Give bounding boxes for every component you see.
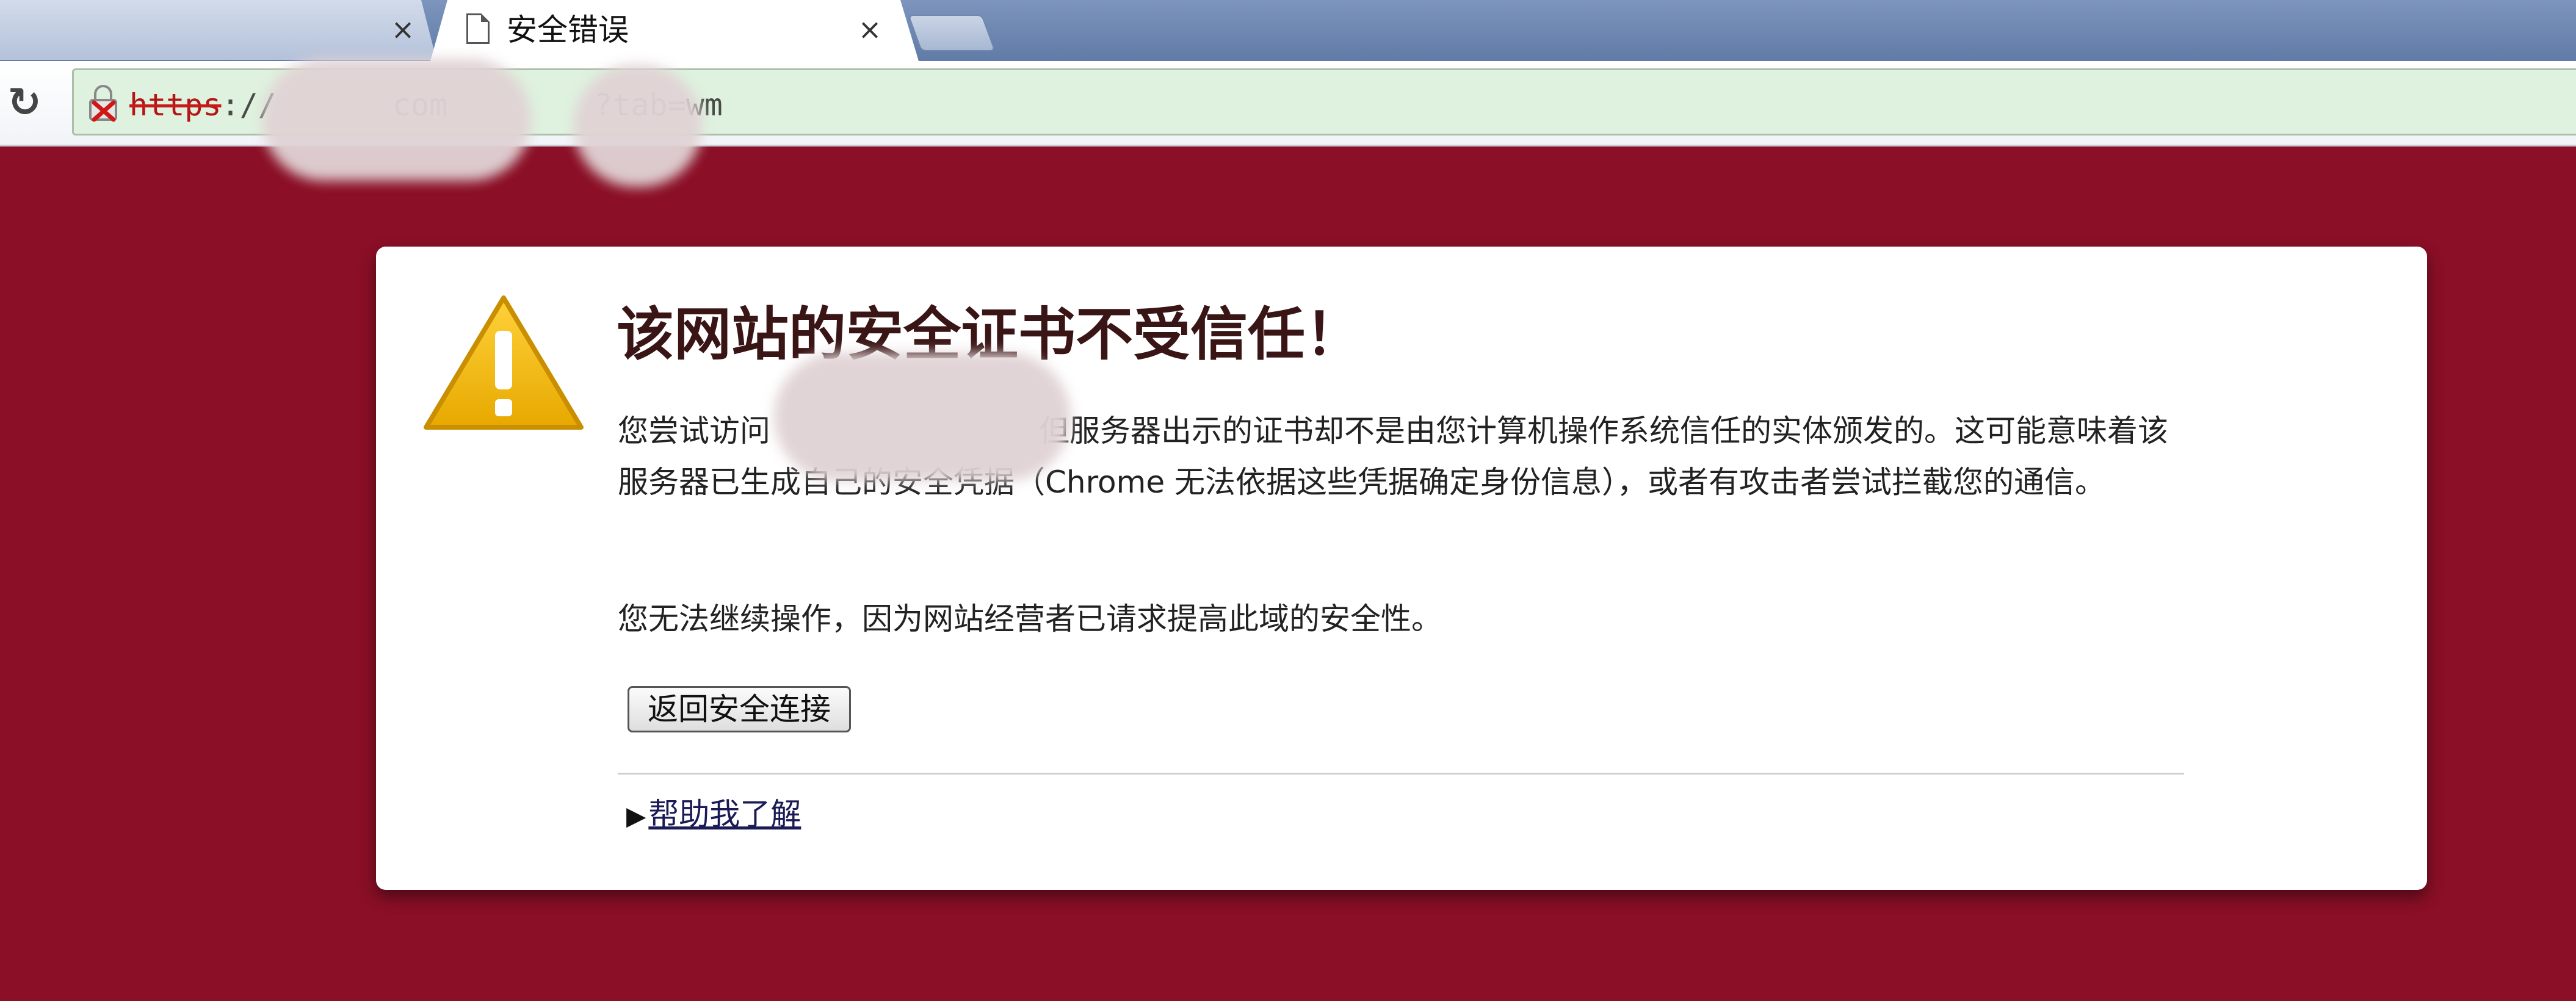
tab-background[interactable] xyxy=(0,0,436,60)
help-me-understand-link[interactable]: ▶帮助我了解 xyxy=(626,791,801,837)
redaction-blur xyxy=(262,59,531,181)
tab-close-icon[interactable]: × xyxy=(858,11,882,48)
divider xyxy=(618,773,2184,775)
url-scheme: https xyxy=(129,87,222,123)
tab-title: 安全错误 xyxy=(507,12,629,48)
tab-active[interactable] xyxy=(430,0,919,61)
triangle-right-icon: ▶ xyxy=(626,801,646,831)
tab-close-icon[interactable]: × xyxy=(391,11,415,48)
warning-triangle-icon xyxy=(424,295,584,430)
description-prefix: 您尝试访问 xyxy=(618,413,770,449)
document-icon xyxy=(466,13,490,44)
new-tab-button[interactable] xyxy=(908,15,996,51)
help-link-text[interactable]: 帮助我了解 xyxy=(648,797,801,832)
reload-icon[interactable]: ↻ xyxy=(5,81,44,125)
error-note: 您无法继续操作，因为网站经营者已请求提高此域的安全性。 xyxy=(618,601,1442,637)
redaction-blur xyxy=(574,65,702,187)
broken-lock-icon[interactable] xyxy=(87,84,120,122)
redaction-blur xyxy=(774,353,1071,481)
back-to-safety-button[interactable]: 返回安全连接 xyxy=(628,686,851,732)
